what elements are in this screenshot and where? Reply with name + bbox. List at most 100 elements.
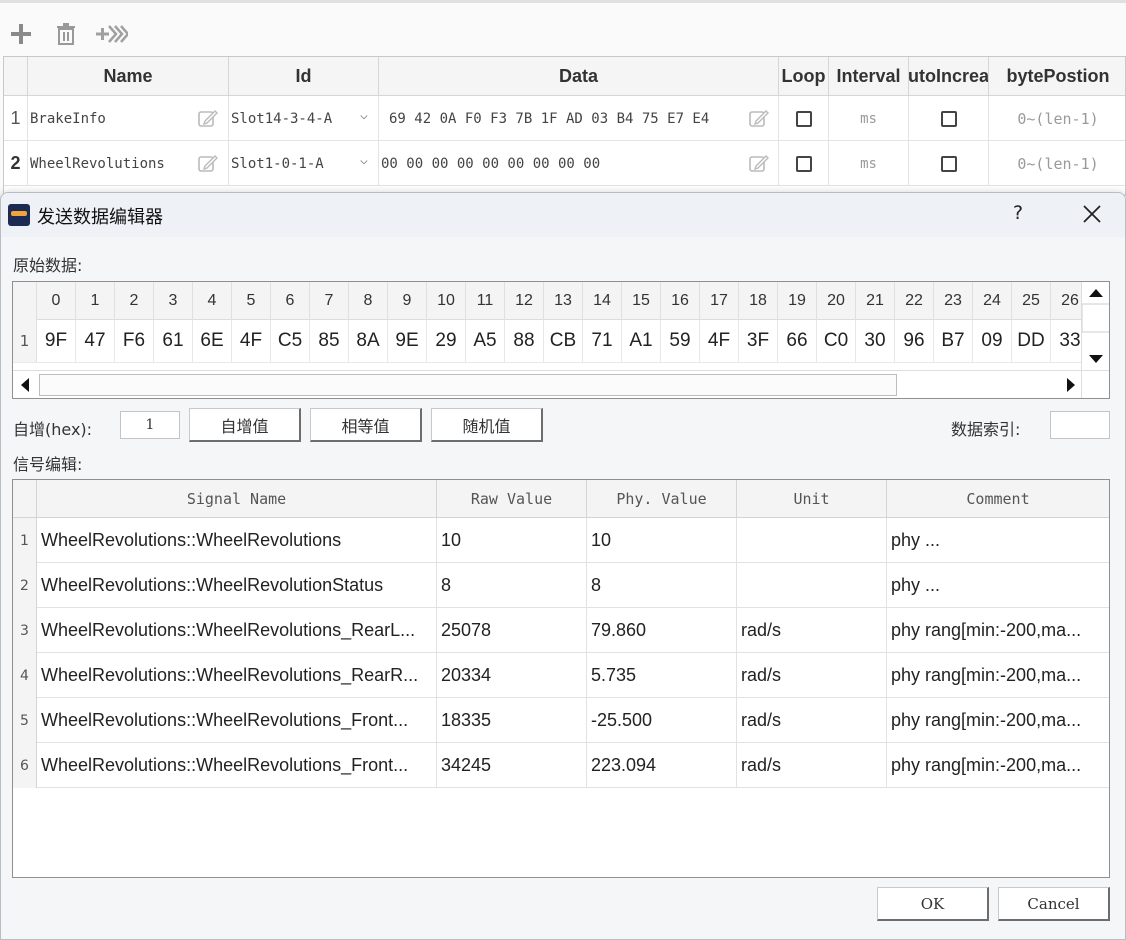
hex-byte-cell[interactable]: 61 [154,320,193,362]
hex-byte-cell[interactable]: 9E [388,320,427,362]
header-auto-increase[interactable]: utoIncrea [909,57,989,96]
hex-byte-cell[interactable]: A5 [466,320,505,362]
delete-icon[interactable] [49,17,83,51]
header-id[interactable]: Id [229,57,379,96]
raw-value-cell[interactable]: 20334 [437,653,587,698]
add-icon[interactable] [4,17,38,51]
byte-position-cell[interactable]: 0~(len-1) [989,96,1126,141]
hex-byte-cell[interactable]: 3F [739,320,778,362]
hex-byte-cell[interactable]: DD [1012,320,1051,362]
header-raw-value[interactable]: Raw Value [437,480,587,518]
row-number: 2 [13,563,37,608]
cancel-button[interactable]: Cancel [998,887,1110,921]
raw-value-cell[interactable]: 25078 [437,608,587,653]
loop-checkbox[interactable] [795,155,812,172]
edit-icon[interactable] [749,108,769,128]
id-select[interactable]: Slot1-0-1-A ⌵ [229,141,379,186]
hex-byte-cell[interactable]: 59 [661,320,700,362]
byte-position-cell[interactable]: 0~(len-1) [989,141,1126,186]
hex-byte-cell[interactable]: 8A [349,320,388,362]
hex-byte-cell[interactable]: 29 [427,320,466,362]
hex-byte-cell[interactable]: 4F [232,320,271,362]
header-interval[interactable]: Interval [829,57,909,96]
hex-byte-cell[interactable]: B7 [934,320,973,362]
hex-byte-cell[interactable]: 96 [895,320,934,362]
data-cell[interactable]: 00 00 00 00 00 00 00 00 00 [379,141,779,186]
hex-byte-cell[interactable]: 09 [973,320,1012,362]
increment-input[interactable]: 1 [120,411,180,439]
random-value-button[interactable]: 随机值 [431,408,543,442]
table-row[interactable]: 4 WheelRevolutions::WheelRevolutions_Rear… [13,653,1109,698]
phy-value-cell[interactable]: 223.094 [587,743,737,788]
table-row[interactable]: 1 BrakeInfo Slot14-3-4-A ⌵ 69 42 0A F0 F… [4,96,1125,141]
row-number: 2 [4,141,28,186]
header-byte-position[interactable]: bytePostion [989,57,1126,96]
hex-byte-cell[interactable]: 4F [700,320,739,362]
toolbar [0,0,1126,56]
loop-cell [779,141,829,186]
row-number: 1 [13,320,37,362]
phy-value-cell[interactable]: 5.735 [587,653,737,698]
hex-byte-cell[interactable]: 47 [76,320,115,362]
raw-value-cell[interactable]: 18335 [437,698,587,743]
increment-value-button[interactable]: 自增值 [189,408,301,442]
equal-value-button[interactable]: 相等值 [310,408,422,442]
horizontal-scrollbar[interactable] [13,370,1083,398]
header-unit[interactable]: Unit [737,480,887,518]
header-comment[interactable]: Comment [887,480,1109,518]
loop-checkbox[interactable] [795,110,812,127]
header-phy-value[interactable]: Phy. Value [587,480,737,518]
hex-byte-cell[interactable]: 30 [856,320,895,362]
help-button[interactable]: ? [1013,202,1023,224]
edit-icon[interactable] [198,108,218,128]
hex-byte-cell[interactable]: 66 [778,320,817,362]
hex-byte-cell[interactable]: F6 [115,320,154,362]
phy-value-cell[interactable]: 79.860 [587,608,737,653]
header-data[interactable]: Data [379,57,779,96]
hex-byte-cell[interactable]: CB [544,320,583,362]
table-row[interactable]: 5 WheelRevolutions::WheelRevolutions_Fron… [13,698,1109,743]
send-all-icon[interactable] [94,17,130,51]
name-cell[interactable]: WheelRevolutions [28,141,229,186]
raw-value-cell[interactable]: 34245 [437,743,587,788]
header-signal-name[interactable]: Signal Name [37,480,437,518]
hex-byte-cell[interactable]: A1 [622,320,661,362]
table-row[interactable]: 2 WheelRevolutions Slot1-0-1-A ⌵ 00 00 0… [4,141,1125,186]
scroll-corner [1081,370,1109,398]
table-row[interactable]: 3 WheelRevolutions::WheelRevolutions_Rear… [13,608,1109,653]
table-row[interactable]: 6 WheelRevolutions::WheelRevolutions_Fron… [13,743,1109,788]
phy-value-cell[interactable]: 8 [587,563,737,608]
id-select[interactable]: Slot14-3-4-A ⌵ [229,96,379,141]
phy-value-cell[interactable]: 10 [587,518,737,563]
scrollbar-thumb[interactable] [39,374,897,396]
signal-table-header: Signal Name Raw Value Phy. Value Unit Co… [13,480,1109,518]
name-cell[interactable]: BrakeInfo [28,96,229,141]
interval-cell[interactable]: ms [829,141,909,186]
close-icon[interactable] [1079,201,1105,227]
table-row[interactable]: 2 WheelRevolutions::WheelRevolutionStatus… [13,563,1109,608]
phy-value-cell[interactable]: -25.500 [587,698,737,743]
edit-icon[interactable] [198,153,218,173]
header-name[interactable]: Name [28,57,229,96]
hex-byte-cell[interactable]: C0 [817,320,856,362]
hex-byte-cell[interactable]: C5 [271,320,310,362]
hex-byte-cell[interactable]: 71 [583,320,622,362]
auto-increase-checkbox[interactable] [940,155,957,172]
ok-button[interactable]: OK [877,887,989,921]
table-row[interactable]: 1 WheelRevolutions::WheelRevolutions 10 10 p… [13,518,1109,563]
auto-increase-checkbox[interactable] [940,110,957,127]
raw-value-cell[interactable]: 10 [437,518,587,563]
hex-byte-cell[interactable]: 88 [505,320,544,362]
hex-byte-cell[interactable]: 6E [193,320,232,362]
interval-cell[interactable]: ms [829,96,909,141]
vertical-scrollbar[interactable] [1081,282,1109,370]
raw-value-cell[interactable]: 8 [437,563,587,608]
row-number: 3 [13,608,37,653]
edit-icon[interactable] [749,153,769,173]
data-index-input[interactable] [1050,411,1110,439]
comment-cell: phy rang[min:-200,ma... [891,665,1082,685]
hex-byte-cell[interactable]: 9F [37,320,76,362]
hex-byte-cell[interactable]: 85 [310,320,349,362]
data-cell[interactable]: 69 42 0A F0 F3 7B 1F AD 03 B4 75 E7 E4 [379,96,779,141]
header-loop[interactable]: Loop [779,57,829,96]
